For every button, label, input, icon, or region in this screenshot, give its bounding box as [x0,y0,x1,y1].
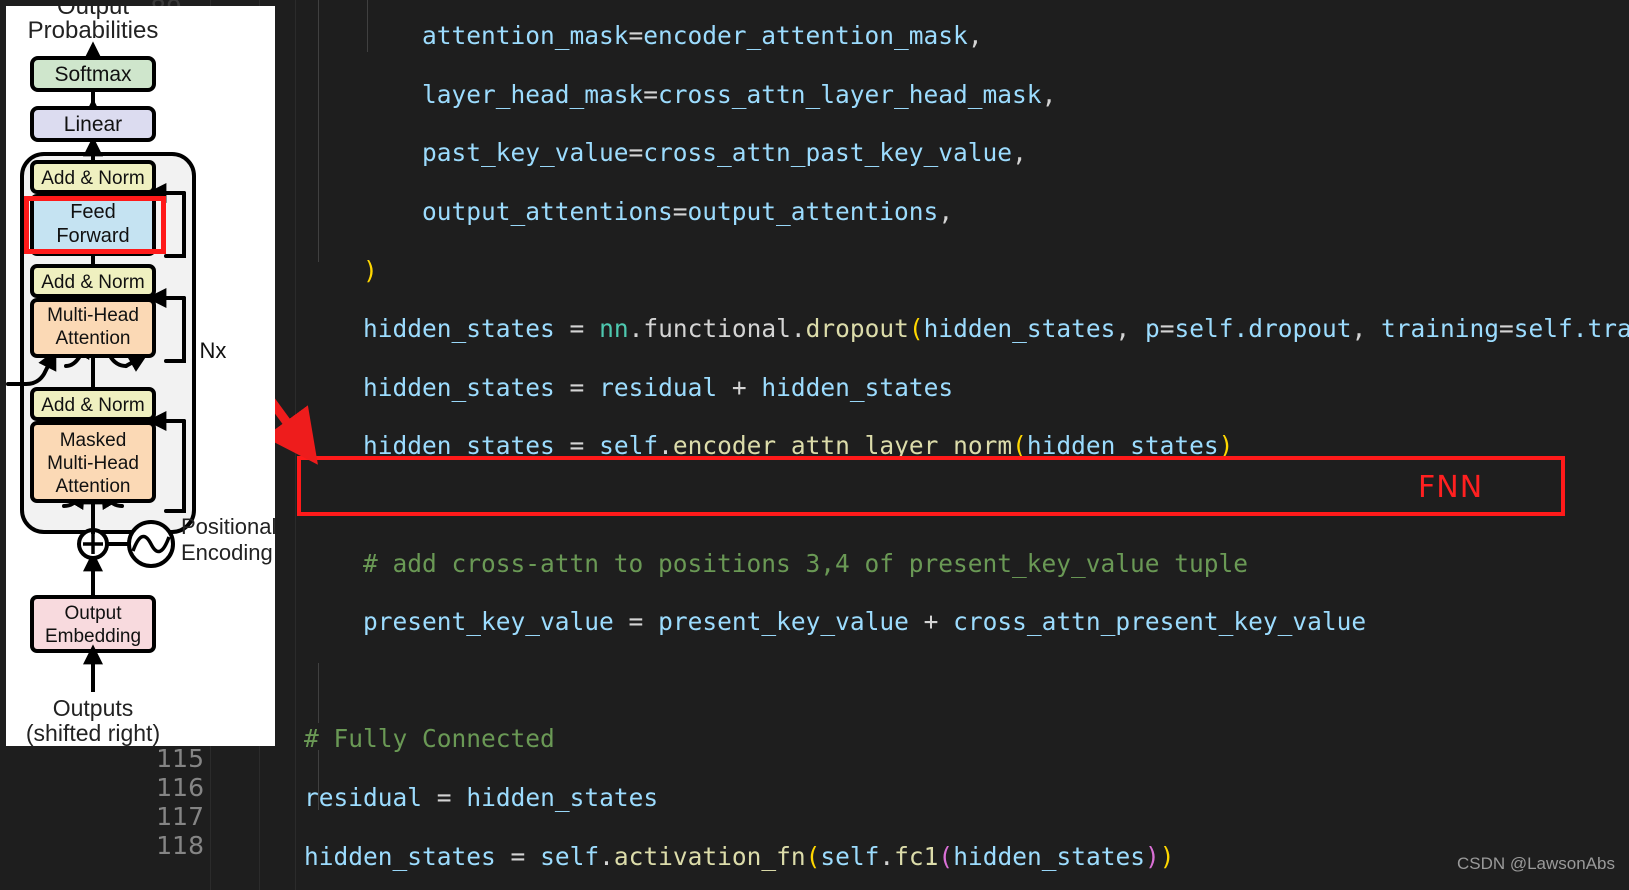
block-label-output-emb-1: Output [64,603,122,624]
outputs-label-2: (shifted right) [26,720,160,746]
code-line[interactable]: present_key_value = present_key_value + … [304,607,1629,636]
line-number: 116 [156,773,204,802]
block-label-masked-3: Attention [56,476,131,497]
gutter-divider-3 [295,0,296,890]
outputs-label-1: Outputs [53,695,134,721]
code-line[interactable]: # Fully Connected [304,724,1629,753]
code-line[interactable]: hidden_states = self.activation_fn(self.… [304,842,1629,871]
line-number: 115 [156,744,204,773]
block-label-multi-head-1: Multi-Head [47,305,139,326]
code-line[interactable]: # add cross-attn to positions 3,4 of pre… [304,549,1629,578]
block-label-linear: Linear [64,113,122,136]
code-line[interactable]: output_attentions=output_attentions, [304,197,1629,226]
fnn-annotation-label: FNN [1418,470,1484,505]
code-line[interactable]: residual = hidden_states [304,783,1629,812]
positional-encoding-label-1: Positional [181,514,275,539]
diagram-svg: Softmax Linear Add & Norm Feed Forward A… [6,6,275,746]
screenshot-root: 89 115 116 117 118 attention_mask=encode… [0,0,1629,890]
block-label-add-norm-3: Add & Norm [41,395,144,416]
block-label-multi-head-2: Attention [56,328,131,349]
code-line[interactable]: hidden_states = self.encoder_attn_layer_… [304,431,1629,460]
block-label-masked-2: Multi-Head [47,453,139,474]
code-line[interactable]: hidden_states = residual + hidden_states [304,373,1629,402]
nx-label: Nx [200,338,227,363]
code-content[interactable]: attention_mask=encoder_attention_mask, l… [304,0,1629,890]
block-label-add-norm-1: Add & Norm [41,168,144,189]
block-label-add-norm-2: Add & Norm [41,272,144,293]
code-line[interactable] [304,666,1629,695]
line-number: 118 [156,831,204,860]
block-label-masked-1: Masked [60,430,127,451]
transformer-architecture-diagram: Softmax Linear Add & Norm Feed Forward A… [6,6,275,746]
line-number: 117 [156,802,204,831]
block-label-feed-forward-2: Forward [56,225,129,247]
code-line[interactable]: attention_mask=encoder_attention_mask, [304,21,1629,50]
block-label-output-emb-2: Embedding [45,626,141,647]
code-line[interactable]: layer_head_mask=cross_attn_layer_head_ma… [304,80,1629,109]
output-probabilities-label-2: Probabilities [28,17,159,44]
code-line[interactable]: ) [304,256,1629,285]
code-line[interactable]: hidden_states = nn.functional.dropout(hi… [304,314,1629,343]
watermark: CSDN @LawsonAbs [1456,854,1615,873]
block-label-feed-forward-1: Feed [70,201,116,223]
block-label-softmax: Softmax [54,63,132,86]
positional-encoding-label-2: Encoding [181,540,273,565]
code-line[interactable]: past_key_value=cross_attn_past_key_value… [304,138,1629,167]
